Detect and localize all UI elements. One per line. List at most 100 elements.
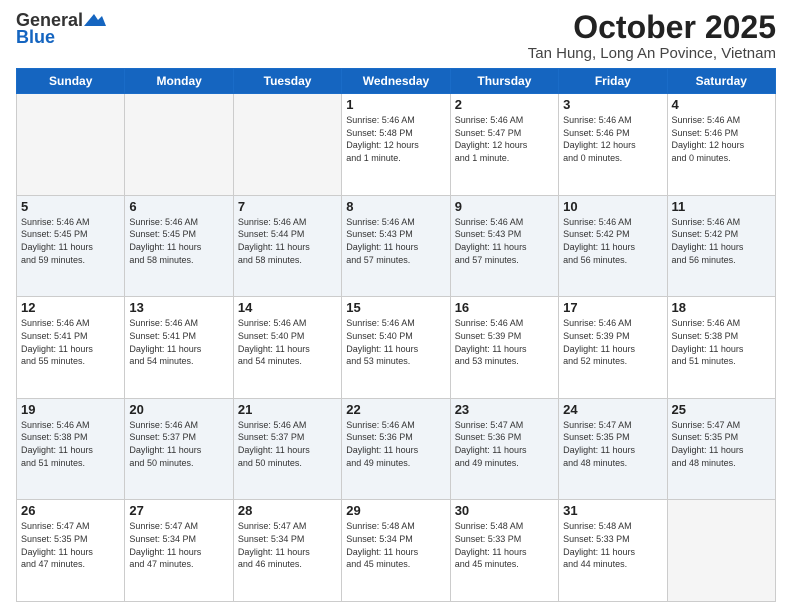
day-info: Sunrise: 5:46 AM Sunset: 5:37 PM Dayligh…: [238, 419, 337, 469]
month-title: October 2025: [528, 10, 776, 45]
day-number: 23: [455, 402, 554, 417]
day-number: 29: [346, 503, 445, 518]
day-info: Sunrise: 5:46 AM Sunset: 5:43 PM Dayligh…: [455, 216, 554, 266]
day-info: Sunrise: 5:46 AM Sunset: 5:45 PM Dayligh…: [21, 216, 120, 266]
calendar-cell: 17 Sunrise: 5:46 AM Sunset: 5:39 PM Dayli…: [559, 297, 667, 399]
calendar-cell: 24Sunrise: 5:47 AM Sunset: 5:35 PM Dayli…: [559, 398, 667, 500]
day-number: 6: [129, 199, 228, 214]
header: General Blue October 2025 Tan Hung, Long…: [16, 10, 776, 62]
day-number: 27: [129, 503, 228, 518]
day-info: Sunrise: 5:46 AM Sunset: 5:39 PM Dayligh…: [455, 317, 554, 367]
calendar-week-row: 26 Sunrise: 5:47 AM Sunset: 5:35 PM Dayli…: [17, 500, 776, 602]
day-number: 21: [238, 402, 337, 417]
day-info: Sunrise: 5:47 AM Sunset: 5:35 PM Dayligh…: [21, 520, 120, 570]
day-info: Sunrise: 5:47 AM Sunset: 5:34 PM Dayligh…: [129, 520, 228, 570]
day-number: 10: [563, 199, 662, 214]
calendar-cell: [17, 94, 125, 196]
calendar-week-row: 19 Sunrise: 5:46 AM Sunset: 5:38 PM Dayli…: [17, 398, 776, 500]
day-header-sunday: Sunday: [17, 69, 125, 94]
day-info: Sunrise: 5:48 AM Sunset: 5:33 PM Dayligh…: [455, 520, 554, 570]
day-header-saturday: Saturday: [667, 69, 775, 94]
calendar-cell: 31Sunrise: 5:48 AM Sunset: 5:33 PM Dayli…: [559, 500, 667, 602]
day-number: 26: [21, 503, 120, 518]
location-title: Tan Hung, Long An Povince, Vietnam: [528, 45, 776, 62]
logo-icon: [84, 12, 106, 28]
calendar-cell: 19 Sunrise: 5:46 AM Sunset: 5:38 PM Dayli…: [17, 398, 125, 500]
calendar-cell: 23 Sunrise: 5:47 AM Sunset: 5:36 PM Dayli…: [450, 398, 558, 500]
day-number: 11: [672, 199, 771, 214]
calendar-cell: 7Sunrise: 5:46 AM Sunset: 5:44 PM Daylig…: [233, 195, 341, 297]
logo: General Blue: [16, 10, 106, 48]
day-info: Sunrise: 5:48 AM Sunset: 5:34 PM Dayligh…: [346, 520, 445, 570]
day-number: 28: [238, 503, 337, 518]
calendar-cell: 2Sunrise: 5:46 AM Sunset: 5:47 PM Daylig…: [450, 94, 558, 196]
day-header-friday: Friday: [559, 69, 667, 94]
calendar-cell: 14 Sunrise: 5:46 AM Sunset: 5:40 PM Dayli…: [233, 297, 341, 399]
day-number: 16: [455, 300, 554, 315]
day-number: 4: [672, 97, 771, 112]
calendar-cell: 15 Sunrise: 5:46 AM Sunset: 5:40 PM Dayli…: [342, 297, 450, 399]
day-number: 12: [21, 300, 120, 315]
day-info: Sunrise: 5:46 AM Sunset: 5:37 PM Dayligh…: [129, 419, 228, 469]
day-info: Sunrise: 5:46 AM Sunset: 5:40 PM Dayligh…: [238, 317, 337, 367]
calendar-cell: 25 Sunrise: 5:47 AM Sunset: 5:35 PM Dayli…: [667, 398, 775, 500]
day-number: 19: [21, 402, 120, 417]
day-info: Sunrise: 5:47 AM Sunset: 5:34 PM Dayligh…: [238, 520, 337, 570]
day-number: 22: [346, 402, 445, 417]
calendar-cell: 27 Sunrise: 5:47 AM Sunset: 5:34 PM Dayli…: [125, 500, 233, 602]
calendar-cell: 29 Sunrise: 5:48 AM Sunset: 5:34 PM Dayli…: [342, 500, 450, 602]
day-info: Sunrise: 5:47 AM Sunset: 5:36 PM Dayligh…: [455, 419, 554, 469]
day-info: Sunrise: 5:46 AM Sunset: 5:38 PM Dayligh…: [21, 419, 120, 469]
day-info: Sunrise: 5:46 AM Sunset: 5:42 PM Dayligh…: [672, 216, 771, 266]
calendar-cell: 26 Sunrise: 5:47 AM Sunset: 5:35 PM Dayli…: [17, 500, 125, 602]
day-header-monday: Monday: [125, 69, 233, 94]
day-number: 5: [21, 199, 120, 214]
day-info: Sunrise: 5:46 AM Sunset: 5:40 PM Dayligh…: [346, 317, 445, 367]
day-info: Sunrise: 5:46 AM Sunset: 5:43 PM Dayligh…: [346, 216, 445, 266]
calendar-cell: 5 Sunrise: 5:46 AM Sunset: 5:45 PM Daylig…: [17, 195, 125, 297]
day-header-wednesday: Wednesday: [342, 69, 450, 94]
calendar-cell: 1Sunrise: 5:46 AM Sunset: 5:48 PM Daylig…: [342, 94, 450, 196]
day-info: Sunrise: 5:46 AM Sunset: 5:38 PM Dayligh…: [672, 317, 771, 367]
calendar-cell: 6Sunrise: 5:46 AM Sunset: 5:45 PM Daylig…: [125, 195, 233, 297]
day-number: 20: [129, 402, 228, 417]
day-header-thursday: Thursday: [450, 69, 558, 94]
day-number: 14: [238, 300, 337, 315]
page: General Blue October 2025 Tan Hung, Long…: [0, 0, 792, 612]
calendar-cell: 13 Sunrise: 5:46 AM Sunset: 5:41 PM Dayli…: [125, 297, 233, 399]
day-info: Sunrise: 5:46 AM Sunset: 5:46 PM Dayligh…: [563, 114, 662, 164]
day-info: Sunrise: 5:46 AM Sunset: 5:47 PM Dayligh…: [455, 114, 554, 164]
calendar-cell: [667, 500, 775, 602]
calendar-cell: 30Sunrise: 5:48 AM Sunset: 5:33 PM Dayli…: [450, 500, 558, 602]
day-number: 18: [672, 300, 771, 315]
day-info: Sunrise: 5:46 AM Sunset: 5:48 PM Dayligh…: [346, 114, 445, 164]
calendar-cell: 12 Sunrise: 5:46 AM Sunset: 5:41 PM Dayli…: [17, 297, 125, 399]
day-number: 17: [563, 300, 662, 315]
day-number: 25: [672, 402, 771, 417]
day-info: Sunrise: 5:47 AM Sunset: 5:35 PM Dayligh…: [672, 419, 771, 469]
day-info: Sunrise: 5:46 AM Sunset: 5:41 PM Dayligh…: [129, 317, 228, 367]
calendar-cell: [233, 94, 341, 196]
title-block: October 2025 Tan Hung, Long An Povince, …: [528, 10, 776, 62]
calendar-cell: 11 Sunrise: 5:46 AM Sunset: 5:42 PM Dayli…: [667, 195, 775, 297]
day-info: Sunrise: 5:46 AM Sunset: 5:41 PM Dayligh…: [21, 317, 120, 367]
calendar-cell: 18 Sunrise: 5:46 AM Sunset: 5:38 PM Dayli…: [667, 297, 775, 399]
day-info: Sunrise: 5:46 AM Sunset: 5:39 PM Dayligh…: [563, 317, 662, 367]
calendar-cell: 3 Sunrise: 5:46 AM Sunset: 5:46 PM Daylig…: [559, 94, 667, 196]
day-info: Sunrise: 5:46 AM Sunset: 5:36 PM Dayligh…: [346, 419, 445, 469]
calendar-cell: 16 Sunrise: 5:46 AM Sunset: 5:39 PM Dayli…: [450, 297, 558, 399]
day-number: 13: [129, 300, 228, 315]
day-number: 3: [563, 97, 662, 112]
calendar-table: SundayMondayTuesdayWednesdayThursdayFrid…: [16, 68, 776, 602]
day-info: Sunrise: 5:46 AM Sunset: 5:42 PM Dayligh…: [563, 216, 662, 266]
calendar-cell: 20 Sunrise: 5:46 AM Sunset: 5:37 PM Dayli…: [125, 398, 233, 500]
calendar-week-row: 12 Sunrise: 5:46 AM Sunset: 5:41 PM Dayli…: [17, 297, 776, 399]
day-number: 15: [346, 300, 445, 315]
day-number: 31: [563, 503, 662, 518]
calendar-cell: [125, 94, 233, 196]
day-info: Sunrise: 5:46 AM Sunset: 5:44 PM Dayligh…: [238, 216, 337, 266]
calendar-week-row: 1Sunrise: 5:46 AM Sunset: 5:48 PM Daylig…: [17, 94, 776, 196]
calendar-cell: 9Sunrise: 5:46 AM Sunset: 5:43 PM Daylig…: [450, 195, 558, 297]
calendar-cell: 4Sunrise: 5:46 AM Sunset: 5:46 PM Daylig…: [667, 94, 775, 196]
day-header-tuesday: Tuesday: [233, 69, 341, 94]
